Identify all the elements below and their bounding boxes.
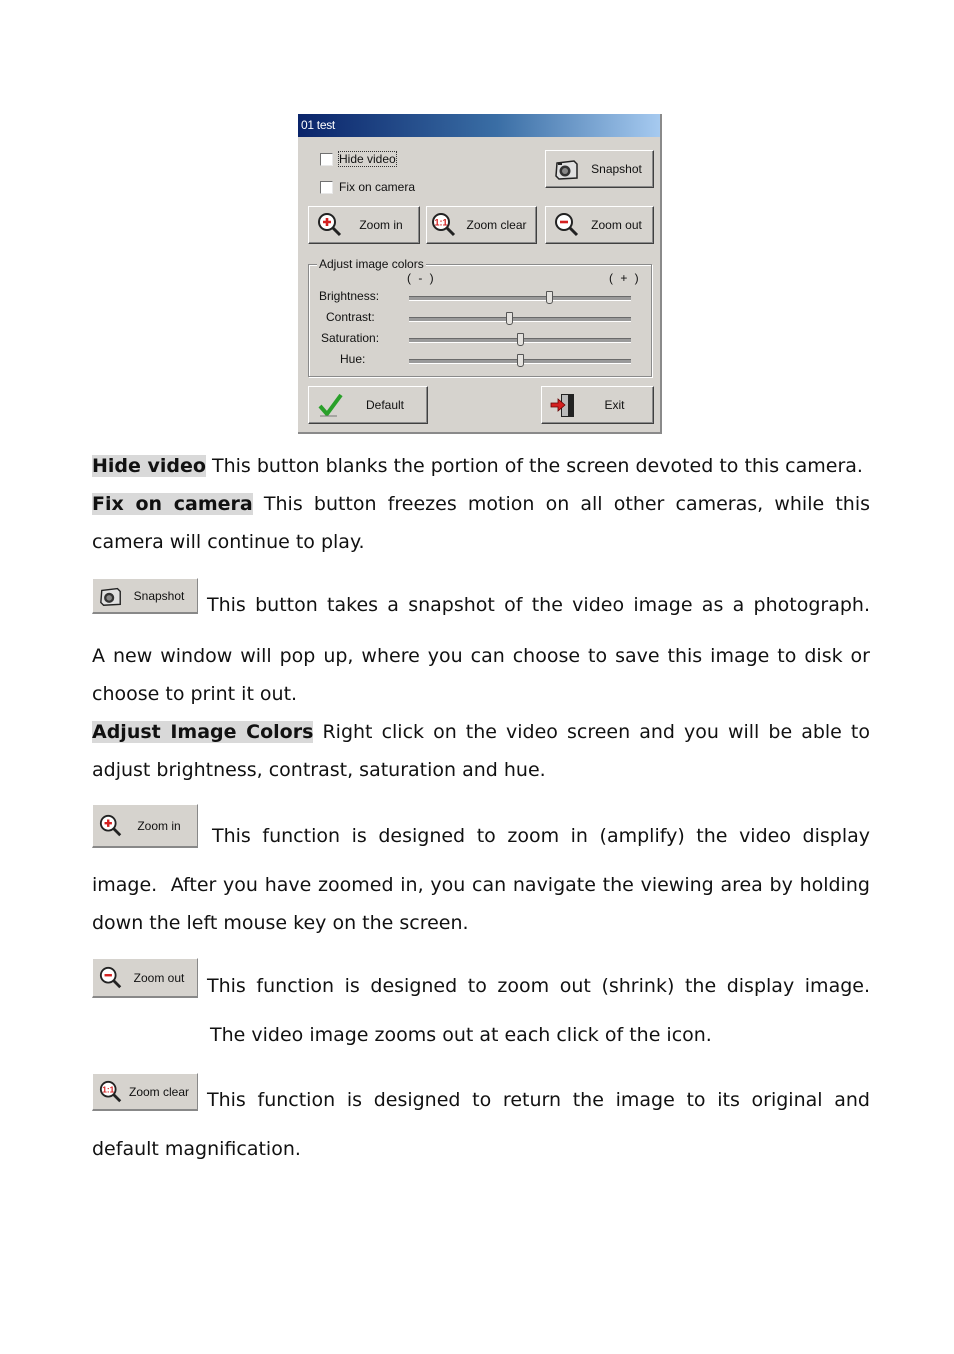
fix-on-camera-term: Fix on camera	[92, 493, 253, 515]
plus-label: ( + )	[609, 271, 641, 285]
saturation-slider-thumb[interactable]	[517, 333, 524, 346]
contrast-label: Contrast:	[326, 310, 375, 324]
default-label: Default	[365, 398, 405, 412]
hue-slider-thumb[interactable]	[517, 354, 524, 367]
zoom-out-icon	[99, 966, 122, 988]
saturation-slider[interactable]	[409, 333, 631, 346]
zoom-in-button[interactable]: Zoom in	[308, 206, 420, 244]
zoom-in-label: Zoom in	[359, 218, 403, 232]
hide-video-label: Hide video	[338, 151, 397, 167]
group-legend: Adjust image colors	[317, 257, 426, 271]
contrast-row: Contrast:	[309, 308, 653, 328]
zoom-in-description-line1: This function is designed to zoom in (am…	[212, 825, 870, 847]
zoom-clear-description-line2: default magnification.	[92, 1138, 301, 1160]
exit-label: Exit	[604, 398, 625, 412]
zoom-clear-button-image: 1:1 Zoom clear	[92, 1073, 198, 1111]
fix-on-camera-checkbox-box[interactable]	[320, 180, 333, 194]
contrast-slider[interactable]	[409, 312, 631, 325]
hue-slider[interactable]	[409, 354, 631, 367]
zoom-clear-description-line1: This function is designed to return the …	[207, 1089, 870, 1111]
hue-row: Hue:	[309, 350, 653, 370]
zoom-out-button-image-label: Zoom out	[133, 970, 185, 985]
zoom-out-button-image: Zoom out	[92, 958, 198, 998]
zoom-clear-label: Zoom clear	[466, 218, 527, 232]
adjust-image-colors-group: Adjust image colors ( - ) ( + ) Brightne…	[308, 257, 653, 377]
camera-control-dialog: 01 test Hide video Fix on camera Snapsho…	[298, 114, 662, 434]
snapshot-button-image-label: Snapshot	[133, 588, 185, 603]
zoom-clear-icon: 1:1	[432, 213, 456, 237]
exit-door-icon	[550, 394, 574, 417]
hide-video-term: Hide video	[92, 455, 206, 477]
zoom-out-label: Zoom out	[591, 218, 642, 232]
hide-video-description: This button blanks the portion of the sc…	[205, 455, 863, 477]
brightness-slider[interactable]	[409, 291, 631, 304]
brightness-label: Brightness:	[319, 289, 380, 303]
brightness-slider-thumb[interactable]	[545, 291, 553, 304]
adjust-colors-term: Adjust Image Colors	[92, 721, 314, 743]
dialog-title: 01 test	[301, 118, 335, 132]
snapshot-button-image: Snapshot	[92, 578, 198, 614]
adjust-colors-paragraph: Adjust Image Colors Right click on the v…	[92, 713, 870, 789]
snapshot-description-line1: This button takes a snapshot of the vide…	[207, 594, 870, 616]
fix-on-camera-paragraph: Fix on camera This button freezes motion…	[92, 485, 870, 561]
hide-video-checkbox-box[interactable]	[320, 152, 333, 166]
zoom-out-description-line1: This function is designed to zoom out (s…	[207, 975, 870, 997]
exit-button[interactable]: Exit	[541, 386, 654, 424]
saturation-label: Saturation:	[321, 331, 380, 345]
hide-video-paragraph: Hide video This button blanks the portio…	[92, 447, 870, 485]
zoom-in-button-image: Zoom in	[92, 804, 198, 848]
zoom-out-button[interactable]: Zoom out	[545, 206, 654, 244]
contrast-slider-thumb[interactable]	[505, 312, 513, 325]
snapshot-label: Snapshot	[591, 162, 642, 176]
zoom-in-icon	[318, 213, 342, 237]
svg-text:1:1: 1:1	[434, 218, 447, 228]
svg-text:1:1: 1:1	[102, 1084, 114, 1094]
snapshot-button[interactable]: Snapshot	[545, 150, 654, 188]
zoom-in-description-line2: image. After you have zoomed in, you can…	[92, 874, 877, 934]
zoom-clear-icon: 1:1	[99, 1080, 122, 1102]
fix-on-camera-label: Fix on camera	[339, 180, 416, 194]
brightness-row: Brightness:	[309, 287, 653, 307]
default-button[interactable]: Default	[308, 386, 428, 424]
saturation-row: Saturation:	[309, 329, 653, 349]
camera-icon	[100, 587, 121, 606]
hue-label: Hue:	[340, 352, 366, 366]
zoom-out-description-line2: The video image zooms out at each click …	[210, 1024, 712, 1046]
fix-on-camera-checkbox[interactable]: Fix on camera	[320, 180, 415, 194]
zoom-clear-button-image-label: Zoom clear	[128, 1084, 190, 1099]
zoom-clear-button[interactable]: 1:1 Zoom clear	[426, 206, 537, 244]
snapshot-description-line2: A new window will pop up, where you can …	[92, 645, 870, 705]
dialog-title-bar: 01 test	[298, 114, 660, 137]
zoom-out-icon	[555, 213, 579, 237]
zoom-in-button-image-label: Zoom in	[137, 818, 181, 833]
minus-label: ( - )	[407, 271, 436, 285]
zoom-in-icon	[99, 814, 122, 836]
checkmark-icon	[318, 393, 343, 417]
hide-video-checkbox[interactable]: Hide video	[320, 151, 397, 167]
camera-icon	[555, 160, 578, 180]
